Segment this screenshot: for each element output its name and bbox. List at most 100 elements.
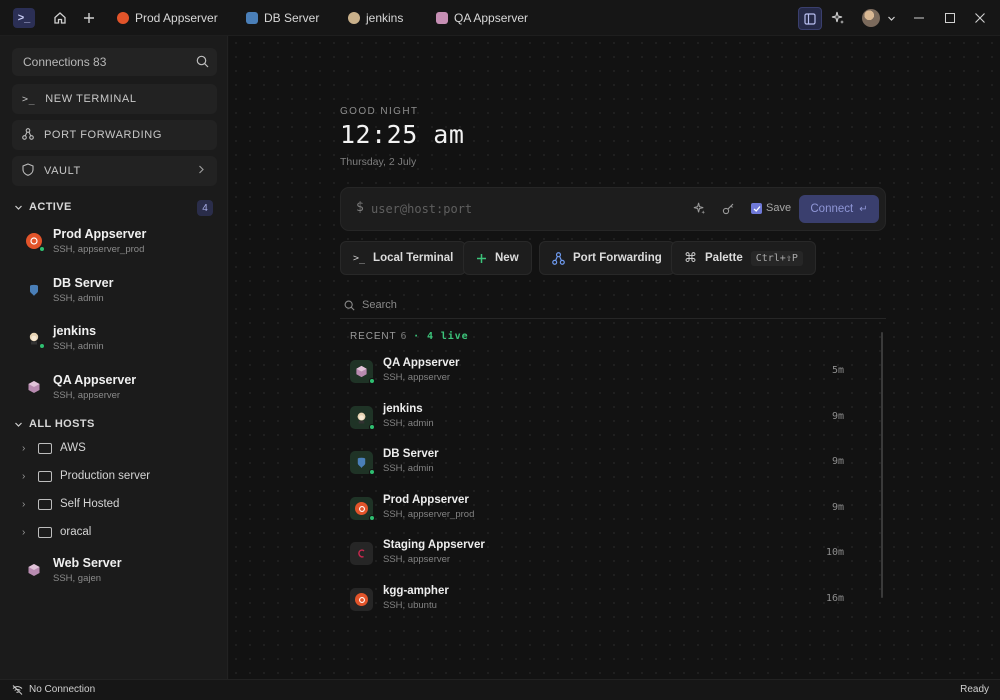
host-subtitle: SSH, appserver [53,390,121,401]
recent-name: Staging Appserver [383,539,485,551]
chevron-down-icon [15,422,22,427]
new-tab-icon[interactable] [80,9,98,27]
connections-search-input[interactable]: Connections 83 [12,48,217,76]
home-icon[interactable] [51,9,69,27]
new-label: New [495,252,519,264]
recent-item-db-server[interactable]: DB Server SSH, admin 9m [350,448,850,488]
avatar[interactable] [862,9,880,27]
connection-status[interactable]: No Connection [12,684,95,695]
chevron-down-icon[interactable] [882,9,900,27]
recent-subtitle: SSH, admin [383,418,434,429]
recent-time: 9m [831,502,844,513]
host-address-input[interactable] [371,200,671,218]
folder-label: Production servers [60,470,150,482]
maximize-icon[interactable] [941,9,959,27]
chevron-right-icon: › [22,470,26,482]
host-subtitle: SSH, admin [53,341,104,352]
palette-button[interactable]: ⌘ Palette Ctrl+⇧P [671,241,816,275]
folder-label: Self Hosted [60,498,120,510]
live-count: · 4 live [413,331,469,342]
debian-icon [350,542,373,565]
save-checkbox[interactable] [751,203,762,214]
postgres-icon [26,282,42,298]
terminal-icon: >_ [22,93,36,105]
save-label: Save [766,202,792,214]
host-subtitle: SSH, gajen [53,573,102,584]
close-icon[interactable] [971,9,989,27]
folder-production-servers[interactable]: › Production servers [22,466,222,486]
sidebar-layout-icon [804,12,816,25]
divider [340,318,886,319]
status-bar: No Connection Ready [0,679,1000,700]
connect-button[interactable]: Connect ↵ [799,195,879,223]
new-host-button[interactable]: New [463,241,532,275]
active-host-db-server[interactable]: DB Server SSH, admin [22,276,222,316]
tab-label: DB Server [264,11,320,25]
recent-count: 6 [400,331,408,342]
sparkle-icon[interactable] [693,202,706,218]
plus-icon [477,253,486,263]
recent-item-jenkins[interactable]: jenkins SSH, admin 9m [350,403,850,443]
recent-name: QA Appserver [383,357,460,369]
vault-button[interactable]: VAULT [12,156,217,186]
port-forwarding-quick-button[interactable]: Port Forwarding [539,241,675,275]
command-icon: ⌘ [684,250,697,265]
tab-prod-appserver[interactable]: Prod Appserver [117,0,218,36]
chevron-right-icon: › [22,442,26,454]
all-hosts-section-toggle[interactable]: ALL HOSTS [14,418,95,430]
folder-icon [38,498,52,510]
palette-label: Palette [705,252,743,264]
host-icon [26,562,42,578]
new-terminal-label: NEW TERMINAL [45,93,137,105]
app-logo-icon[interactable]: >_ [13,8,35,28]
shield-icon [22,163,34,179]
recent-subtitle: SSH, ubuntu [383,600,437,611]
chevron-right-icon: › [22,498,26,510]
key-icon[interactable] [722,202,735,218]
folder-oracal[interactable]: › oracal [22,522,222,542]
clock: 12:25 am [340,120,465,149]
local-terminal-button[interactable]: >_ Local Terminal [340,241,467,275]
active-section-toggle[interactable]: ACTIVE [14,201,72,213]
host-web-server[interactable]: Web Server SSH, gajen [22,556,222,596]
recent-name: jenkins [383,403,423,415]
live-indicator [39,343,45,349]
live-indicator [369,515,375,521]
connect-label: Connect [810,203,854,215]
search-placeholder: Search [362,299,397,311]
sparkle-icon[interactable] [829,9,847,27]
host-subtitle: SSH, appserver_prod [53,244,145,255]
tab-label: QA Appserver [454,11,529,25]
active-host-qa-appserver[interactable]: QA Appserver SSH, appserver [22,373,222,413]
folder-aws[interactable]: › AWS [22,438,222,458]
tab-db-server[interactable]: DB Server [246,0,319,36]
vault-label: VAULT [44,165,81,177]
active-host-jenkins[interactable]: jenkins SSH, admin [22,324,222,364]
host-name: Web Server [53,556,122,570]
active-host-prod-appserver[interactable]: Prod Appserver SSH, appserver_prod [22,227,222,267]
palette-shortcut: Ctrl+⇧P [750,250,803,266]
recent-title: RECENT [350,331,397,342]
live-indicator [369,424,375,430]
tab-qa-appserver[interactable]: QA Appserver [436,0,528,36]
folder-self-hosted[interactable]: › Self Hosted [22,494,222,514]
recent-item-prod-appserver[interactable]: Prod Appserver SSH, appserver_prod 9m [350,494,850,534]
all-hosts-section-title: ALL HOSTS [29,418,95,430]
recent-item-staging-appserver[interactable]: Staging Appserver SSH, appserver 10m [350,539,850,579]
host-icon [436,12,448,24]
prompt-symbol: $ [356,200,364,215]
folder-icon [38,442,52,454]
local-terminal-label: Local Terminal [373,252,454,264]
search-icon [344,300,355,311]
recent-search-input[interactable]: Search [344,299,397,311]
recent-item-kgg-ampher[interactable]: kgg-ampher SSH, ubuntu 16m [350,585,850,625]
port-forwarding-button[interactable]: PORT FORWARDING [12,120,217,150]
new-terminal-button[interactable]: >_ NEW TERMINAL [12,84,217,114]
recent-item-qa-appserver[interactable]: QA Appserver SSH, appserver 5m [350,357,850,397]
minimize-icon[interactable] [910,9,928,27]
tab-jenkins[interactable]: jenkins [348,0,403,36]
live-indicator [369,469,375,475]
scrollbar[interactable] [881,332,883,598]
active-section-title: ACTIVE [29,201,72,213]
sidebar-toggle-button[interactable] [798,7,822,30]
